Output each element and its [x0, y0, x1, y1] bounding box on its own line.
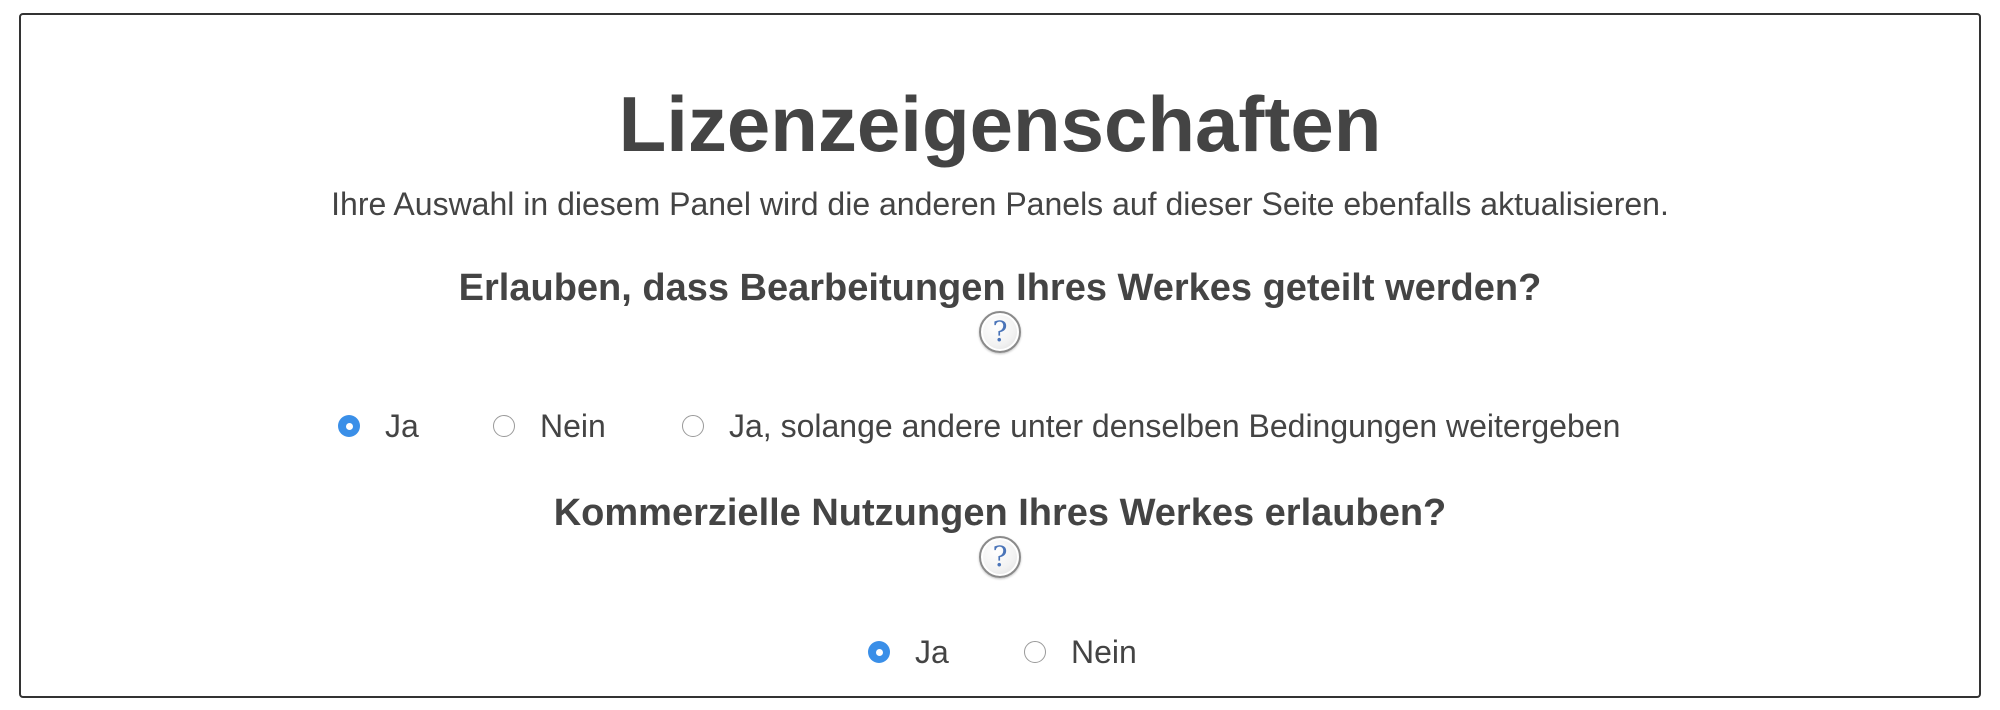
- license-properties-panel: Lizenzeigenschaften Ihre Auswahl in dies…: [19, 13, 1981, 698]
- radio-label: Ja, solange andere unter denselben Bedin…: [729, 407, 1621, 444]
- radio-selected-indicator[interactable]: [338, 415, 360, 437]
- radio-indicator[interactable]: [682, 415, 704, 437]
- radio-indicator[interactable]: [493, 415, 515, 437]
- radio-adaptations-no[interactable]: Nein: [493, 406, 606, 446]
- radio-commercial-no[interactable]: Nein: [1024, 632, 1137, 672]
- radio-commercial-yes[interactable]: Ja: [868, 632, 949, 672]
- radio-label: Nein: [540, 407, 606, 444]
- help-icon[interactable]: ?: [979, 536, 1021, 578]
- panel-subtitle: Ihre Auswahl in diesem Panel wird die an…: [331, 186, 1669, 222]
- radio-adaptations-yes[interactable]: Ja: [338, 406, 419, 446]
- question-allow-commercial: Kommerzielle Nutzungen Ihres Werkes erla…: [553, 492, 1447, 534]
- radio-indicator[interactable]: [1024, 641, 1046, 663]
- radio-label: Ja: [385, 407, 419, 444]
- question-allow-adaptations: Erlauben, dass Bearbeitungen Ihres Werke…: [458, 267, 1542, 309]
- help-icon[interactable]: ?: [979, 311, 1021, 353]
- radio-label: Nein: [1071, 633, 1137, 670]
- radio-selected-indicator[interactable]: [868, 641, 890, 663]
- panel-title: Lizenzeigenschaften: [618, 80, 1382, 168]
- radio-adaptations-share-alike[interactable]: Ja, solange andere unter denselben Bedin…: [682, 406, 1620, 446]
- radio-label: Ja: [915, 633, 949, 670]
